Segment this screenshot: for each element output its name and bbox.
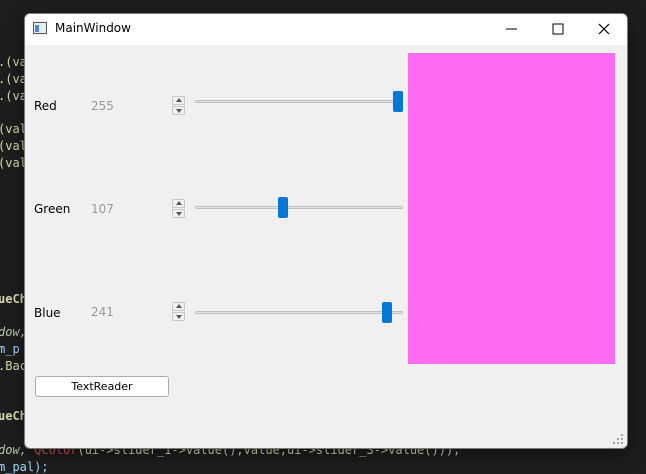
red-spinbox[interactable]: 255: [89, 95, 188, 117]
title-bar[interactable]: MainWindow: [25, 14, 627, 45]
color-preview: [408, 53, 615, 364]
maximize-button[interactable]: [535, 14, 581, 45]
code-line: .(va: [0, 89, 27, 103]
code-line: ueCh: [0, 409, 27, 423]
close-button[interactable]: [581, 14, 627, 45]
minimize-icon: [506, 28, 517, 30]
red-slider[interactable]: [195, 90, 403, 114]
maximize-icon: [552, 23, 564, 35]
blue-spin-up-icon[interactable]: [172, 302, 185, 311]
red-label: Red: [34, 99, 57, 113]
main-window: MainWindow Red 255 Green 107 Blue 241 Te…: [24, 13, 628, 449]
green-spinbox-value: 107: [91, 202, 114, 216]
minimize-button[interactable]: [489, 14, 535, 45]
blue-label: Blue: [34, 306, 61, 320]
code-line: (val: [0, 156, 27, 170]
app-window-icon: [33, 22, 47, 34]
code-line: m_pal);: [0, 460, 49, 474]
text-reader-button[interactable]: TextReader: [35, 376, 169, 397]
green-slider-handle[interactable]: [278, 197, 288, 218]
green-label: Green: [34, 202, 71, 216]
green-spin-up-icon[interactable]: [172, 199, 185, 208]
green-spinbox[interactable]: 107: [89, 198, 188, 220]
code-line: (val: [0, 122, 27, 136]
window-title: MainWindow: [55, 21, 131, 35]
blue-slider[interactable]: [195, 301, 403, 325]
red-slider-track[interactable]: [195, 100, 403, 103]
red-spin-down-icon[interactable]: [172, 106, 185, 115]
red-spin-up-icon[interactable]: [172, 96, 185, 105]
size-grip-icon[interactable]: [613, 434, 623, 444]
blue-spinbox[interactable]: 241: [89, 301, 188, 323]
code-line: .(va: [0, 55, 27, 69]
red-spinbox-value: 255: [91, 99, 114, 113]
blue-spin-down-icon[interactable]: [172, 312, 185, 321]
code-line: dow,: [0, 325, 27, 339]
red-slider-handle[interactable]: [393, 91, 403, 112]
code-line: (val: [0, 139, 27, 153]
code-line: .Bac: [0, 359, 27, 373]
code-line: .(va: [0, 72, 27, 86]
code-line: ueCh: [0, 292, 27, 306]
green-slider[interactable]: [195, 196, 403, 220]
green-slider-track[interactable]: [195, 206, 403, 209]
blue-slider-handle[interactable]: [382, 302, 392, 323]
blue-spinbox-value: 241: [91, 305, 114, 319]
close-icon: [598, 23, 610, 35]
green-spin-down-icon[interactable]: [172, 209, 185, 218]
blue-slider-track[interactable]: [195, 311, 403, 314]
code-line: m_p: [0, 342, 20, 356]
